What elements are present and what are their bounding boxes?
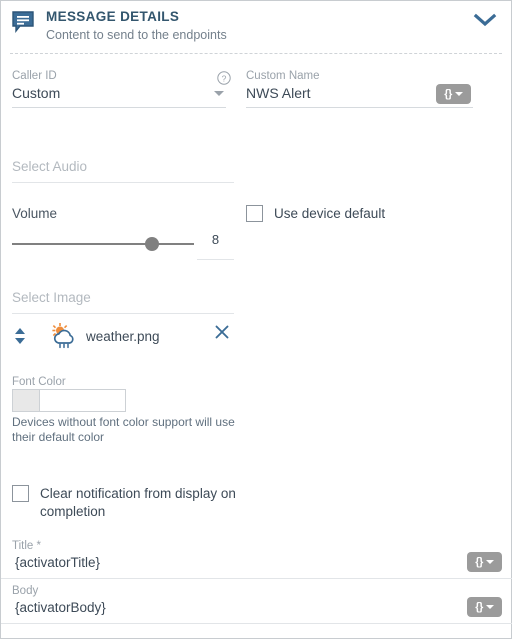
volume-slider-thumb[interactable] [145, 237, 160, 251]
chevron-down-icon [485, 560, 494, 564]
help-circle-icon[interactable]: ? [217, 71, 231, 85]
page-title: MESSAGE DETAILS [46, 9, 180, 24]
message-bubble-icon [12, 11, 36, 33]
font-color-swatch[interactable] [12, 389, 40, 412]
select-image-field[interactable]: Select Image [12, 289, 234, 314]
volume-value-underline [197, 259, 234, 260]
header-text-block: MESSAGE DETAILS Content to send to the e… [46, 10, 227, 41]
caller-id-value: Custom [12, 85, 61, 101]
variable-braces-label: {} [475, 556, 483, 568]
svg-text:?: ? [222, 73, 227, 83]
weather-sun-cloud-rain-icon [48, 323, 78, 349]
caller-id-label: Caller ID [12, 70, 57, 82]
variable-braces-label: {} [475, 601, 483, 613]
chevron-down-icon[interactable] [473, 12, 497, 28]
custom-name-label: Custom Name [246, 70, 320, 82]
use-device-default-checkbox-row[interactable]: Use device default [246, 205, 385, 222]
clear-notification-label: Clear notification from display on compl… [40, 486, 236, 519]
header-divider [10, 53, 502, 54]
custom-name-variable-button[interactable]: {} [436, 84, 471, 104]
title-variable-button[interactable]: {} [467, 552, 502, 572]
variable-braces-label: {} [444, 88, 452, 100]
chevron-down-icon [454, 92, 463, 96]
use-device-default-label: Use device default [274, 206, 386, 221]
body-field[interactable]: Body {activatorBody} [12, 584, 502, 617]
select-image-underline [12, 313, 234, 314]
body-label: Body [12, 585, 39, 597]
font-color-picker[interactable] [12, 389, 126, 412]
title-underline [1, 578, 512, 579]
use-device-default-checkbox[interactable] [246, 205, 263, 222]
select-audio-placeholder: Select Audio [12, 159, 88, 174]
font-color-input[interactable] [40, 389, 126, 412]
selected-image-name: weather.png [86, 328, 160, 344]
custom-name-underline [246, 107, 473, 108]
select-audio-field[interactable]: Select Audio [12, 158, 234, 183]
close-x-icon[interactable] [214, 324, 230, 340]
panel-header: MESSAGE DETAILS Content to send to the e… [1, 1, 511, 41]
body-value[interactable]: {activatorBody} [12, 598, 502, 617]
volume-slider[interactable] [12, 235, 194, 253]
sort-updown-icon[interactable] [12, 326, 28, 346]
title-label: Title * [12, 540, 41, 552]
font-color-label: Font Color [12, 376, 66, 388]
select-image-placeholder: Select Image [12, 290, 91, 305]
chevron-down-icon [485, 605, 494, 609]
clear-notification-checkbox-row[interactable]: Clear notification from display on compl… [12, 485, 247, 521]
volume-slider-track[interactable] [12, 243, 194, 245]
select-audio-underline [12, 182, 234, 183]
volume-label: Volume [12, 206, 58, 221]
clear-notification-checkbox[interactable] [12, 485, 29, 502]
caller-id-field[interactable]: Caller ID Custom [12, 69, 226, 108]
font-color-note: Devices without font color support will … [12, 415, 235, 444]
volume-value[interactable]: 8 [197, 232, 234, 247]
caller-id-underline [12, 107, 226, 108]
title-value[interactable]: {activatorTitle} [12, 553, 502, 572]
message-details-panel: MESSAGE DETAILS Content to send to the e… [0, 0, 512, 639]
selected-image-row: weather.png [12, 321, 234, 351]
body-underline [1, 623, 512, 624]
page-subtitle: Content to send to the endpoints [46, 27, 227, 42]
title-field[interactable]: Title * {activatorTitle} [12, 539, 502, 572]
body-variable-button[interactable]: {} [467, 597, 502, 617]
chevron-down-icon[interactable] [214, 90, 224, 96]
